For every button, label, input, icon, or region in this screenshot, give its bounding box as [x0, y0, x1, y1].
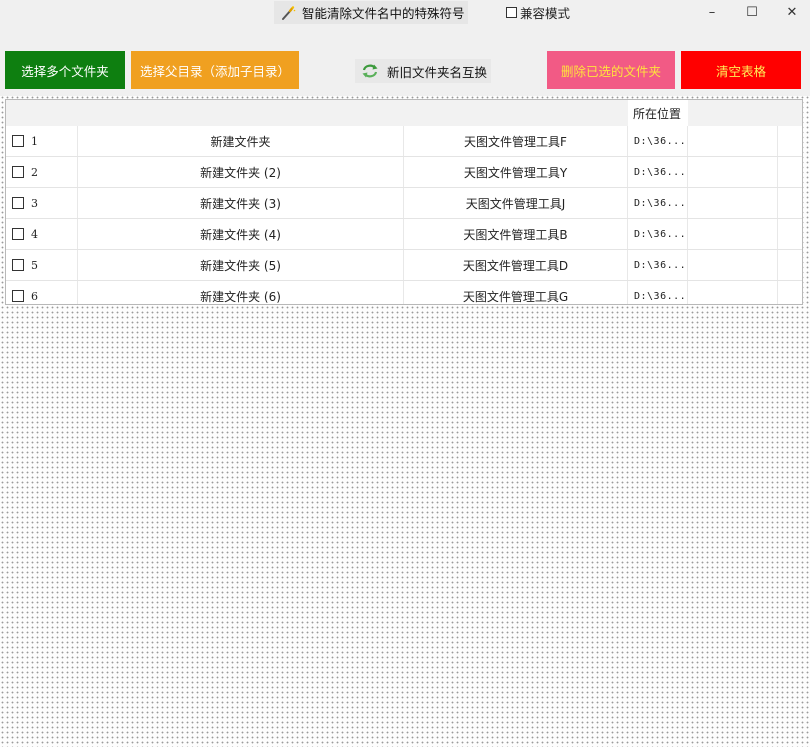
row-select-cell[interactable]: 4 [6, 219, 78, 249]
folder-name-cell: 新建文件夹 [78, 126, 404, 156]
row-select-cell[interactable]: 3 [6, 188, 78, 218]
row-index: 4 [31, 227, 38, 241]
table-row[interactable]: 3 新建文件夹 (3) 天图文件管理工具J D:\36... [6, 188, 802, 219]
compat-mode-checkbox[interactable]: 兼容模式 [506, 3, 570, 21]
minimize-button[interactable]: – [692, 2, 732, 22]
empty-cell [688, 157, 778, 187]
empty-cell [688, 126, 778, 156]
table-header: 所在位置 [6, 100, 802, 126]
location-cell: D:\36... [628, 281, 688, 304]
empty-cell [778, 281, 802, 304]
new-name-cell: 天图文件管理工具D [404, 250, 628, 280]
smart-clean-title-button[interactable]: 智能清除文件名中的特殊符号 [274, 1, 468, 24]
row-select-cell[interactable]: 5 [6, 250, 78, 280]
table-row[interactable]: 6 新建文件夹 (6) 天图文件管理工具G D:\36... [6, 281, 802, 304]
table-row[interactable]: 5 新建文件夹 (5) 天图文件管理工具D D:\36... [6, 250, 802, 281]
folder-name-cell: 新建文件夹 (5) [78, 250, 404, 280]
folder-name-cell: 新建文件夹 (4) [78, 219, 404, 249]
table-row[interactable]: 1 新建文件夹 天图文件管理工具F D:\36... [6, 126, 802, 157]
empty-cell [688, 188, 778, 218]
new-name-cell: 天图文件管理工具G [404, 281, 628, 304]
new-name-cell: 天图文件管理工具Y [404, 157, 628, 187]
empty-cell [778, 188, 802, 218]
folder-name-cell: 新建文件夹 (6) [78, 281, 404, 304]
row-checkbox[interactable] [12, 259, 24, 271]
empty-cell [688, 281, 778, 304]
row-index: 6 [31, 289, 38, 303]
row-index: 2 [31, 165, 38, 179]
folder-table[interactable]: 所在位置 1 新建文件夹 天图文件管理工具F D:\36... 2 新建文件夹 … [5, 99, 803, 305]
row-checkbox[interactable] [12, 135, 24, 147]
select-multiple-folders-button[interactable]: 选择多个文件夹 [5, 51, 125, 89]
folder-name-cell: 新建文件夹 (2) [78, 157, 404, 187]
row-checkbox[interactable] [12, 290, 24, 302]
table-row[interactable]: 2 新建文件夹 (2) 天图文件管理工具Y D:\36... [6, 157, 802, 188]
empty-cell [688, 250, 778, 280]
table-row[interactable]: 4 新建文件夹 (4) 天图文件管理工具B D:\36... [6, 219, 802, 250]
empty-cell [778, 157, 802, 187]
compat-mode-box[interactable] [506, 6, 517, 18]
clear-table-button[interactable]: 清空表格 [681, 51, 801, 89]
window-title: 智能清除文件名中的特殊符号 [302, 6, 465, 21]
location-cell: D:\36... [628, 250, 688, 280]
row-select-cell[interactable]: 1 [6, 126, 78, 156]
row-index: 5 [31, 258, 38, 272]
row-checkbox[interactable] [12, 228, 24, 240]
location-cell: D:\36... [628, 188, 688, 218]
location-cell: D:\36... [628, 126, 688, 156]
new-name-cell: 天图文件管理工具B [404, 219, 628, 249]
empty-cell [778, 250, 802, 280]
refresh-arrows-icon [362, 64, 378, 78]
new-name-cell: 天图文件管理工具J [404, 188, 628, 218]
row-checkbox[interactable] [12, 197, 24, 209]
toolbar-area: 智能清除文件名中的特殊符号 兼容模式 – ☐ ✕ 选择多个文件夹 选择父目录（添… [0, 0, 810, 96]
row-checkbox[interactable] [12, 166, 24, 178]
new-name-cell: 天图文件管理工具F [404, 126, 628, 156]
location-cell: D:\36... [628, 157, 688, 187]
compat-mode-label: 兼容模式 [520, 5, 571, 21]
header-location[interactable]: 所在位置 [628, 100, 688, 126]
empty-cell [688, 219, 778, 249]
empty-cell [778, 126, 802, 156]
row-index: 3 [31, 196, 38, 210]
row-select-cell[interactable]: 2 [6, 157, 78, 187]
folder-name-cell: 新建文件夹 (3) [78, 188, 404, 218]
delete-selected-folders-button[interactable]: 删除已选的文件夹 [547, 51, 675, 89]
swap-names-label: 新旧文件夹名互换 [387, 64, 488, 80]
close-button[interactable]: ✕ [772, 2, 810, 22]
magic-wand-icon [282, 5, 296, 20]
empty-cell [778, 219, 802, 249]
row-select-cell[interactable]: 6 [6, 281, 78, 304]
row-index: 1 [31, 134, 38, 148]
maximize-button[interactable]: ☐ [732, 2, 772, 22]
swap-names-button[interactable]: 新旧文件夹名互换 [355, 59, 491, 83]
location-cell: D:\36... [628, 219, 688, 249]
select-parent-directory-button[interactable]: 选择父目录（添加子目录） [131, 51, 299, 89]
